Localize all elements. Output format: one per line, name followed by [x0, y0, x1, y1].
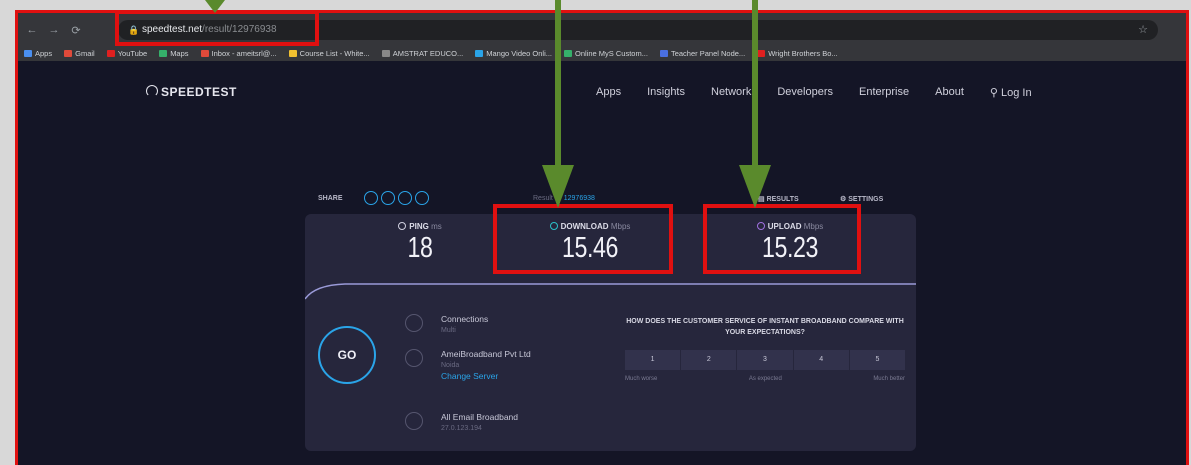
- bookmark-favicon-icon: [24, 49, 32, 57]
- upload-highlight-box: [703, 204, 861, 274]
- survey-panel: HOW DOES THE CUSTOMER SERVICE OF INSTANT…: [625, 316, 906, 382]
- user-icon: [405, 412, 423, 430]
- bookmark-item[interactable]: Gmail: [64, 46, 95, 60]
- ping-metric: PING ms 18: [375, 222, 465, 265]
- globe-icon: [405, 349, 423, 367]
- top-nav: Apps Insights Network Developers Enterpr…: [596, 86, 1032, 99]
- reload-icon[interactable]: ⟳: [70, 24, 82, 37]
- bookmark-star-icon[interactable]: ☆: [1138, 23, 1148, 36]
- go-button[interactable]: GO: [318, 326, 376, 384]
- bookmarks-bar: Apps Gmail YouTube Maps Inbox - ameitsrl@...…: [24, 46, 1180, 60]
- share-icons: [364, 191, 429, 205]
- bookmark-item[interactable]: Apps: [24, 46, 52, 60]
- download-arrow: [542, 0, 574, 208]
- nav-login[interactable]: ⚲ Log In: [990, 86, 1032, 99]
- bookmark-favicon-icon: [106, 49, 115, 57]
- url-arrow: [205, 0, 225, 13]
- nav-developers[interactable]: Developers: [777, 86, 833, 99]
- bookmark-item[interactable]: AMSTRAT EDUCO...: [381, 46, 463, 60]
- link-share-icon[interactable]: [364, 191, 378, 205]
- change-server-link[interactable]: Change Server: [441, 371, 581, 382]
- facebook-share-icon[interactable]: [398, 191, 412, 205]
- speedtest-logo[interactable]: SPEEDTEST: [146, 85, 237, 99]
- upload-arrow: [739, 0, 771, 208]
- bookmark-favicon-icon: [381, 49, 390, 57]
- bookmark-favicon-icon: [64, 49, 73, 57]
- back-icon[interactable]: ←: [26, 24, 38, 37]
- download-highlight-box: [493, 204, 673, 274]
- more-share-icon[interactable]: [415, 191, 429, 205]
- nav-apps[interactable]: Apps: [596, 86, 621, 99]
- user-icon: ⚲: [989, 87, 1001, 99]
- survey-question: HOW DOES THE CUSTOMER SERVICE OF INSTANT…: [626, 318, 904, 336]
- bookmark-item[interactable]: Course List - White...: [288, 46, 370, 60]
- scale-option[interactable]: 2: [681, 350, 737, 370]
- scale-option[interactable]: 3: [737, 350, 793, 370]
- connections-icon: [405, 314, 423, 332]
- bookmark-favicon-icon: [475, 49, 484, 57]
- scale-option[interactable]: 1: [625, 350, 681, 370]
- ping-icon: [398, 222, 407, 230]
- bookmark-item[interactable]: Teacher Panel Node...: [659, 46, 745, 60]
- bookmark-item[interactable]: Maps: [159, 46, 189, 60]
- scale-option[interactable]: 4: [793, 350, 849, 370]
- survey-scale: 1 2 3 4 5: [625, 350, 906, 370]
- settings-link[interactable]: ⚙ SETTINGS: [840, 195, 883, 203]
- speed-graph-line: [305, 283, 916, 300]
- browser-nav: ← → ⟳: [26, 24, 82, 37]
- bookmark-favicon-icon: [200, 49, 209, 57]
- nav-about[interactable]: About: [935, 86, 964, 99]
- gauge-icon: [146, 85, 158, 97]
- ping-value: 18: [407, 232, 433, 264]
- twitter-share-icon[interactable]: [381, 191, 395, 205]
- bookmark-item[interactable]: YouTube: [106, 46, 147, 60]
- bookmark-favicon-icon: [288, 49, 297, 57]
- nav-insights[interactable]: Insights: [647, 86, 685, 99]
- nav-enterprise[interactable]: Enterprise: [859, 86, 909, 99]
- forward-icon[interactable]: →: [48, 24, 60, 37]
- survey-scale-labels: Much worse As expected Much better: [625, 376, 905, 382]
- bookmark-item[interactable]: Inbox - ameitsrl@...: [200, 46, 277, 60]
- share-label: SHARE: [318, 195, 343, 202]
- scale-option[interactable]: 5: [849, 350, 906, 370]
- bookmark-favicon-icon: [159, 49, 168, 57]
- bookmark-favicon-icon: [659, 49, 668, 57]
